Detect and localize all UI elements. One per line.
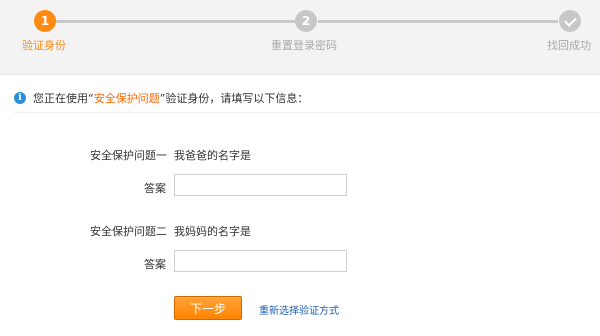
step-2-circle: 2 — [295, 10, 317, 32]
info-suffix: 验证身份，请填写以下信息： — [165, 92, 309, 105]
question-2-text: 我妈妈的名字是 — [174, 225, 251, 238]
step-connector-2 — [318, 20, 558, 23]
step-connector-1 — [46, 20, 296, 23]
answer-1-input[interactable] — [174, 174, 347, 196]
next-button[interactable]: 下一步 — [174, 296, 242, 320]
check-icon — [563, 13, 577, 27]
step-2-number: 2 — [301, 14, 311, 28]
step-1-label: 验证身份 — [22, 39, 66, 52]
reselect-verification-link[interactable]: 重新选择验证方式 — [259, 302, 339, 317]
step-3-circle — [559, 10, 581, 32]
info-icon: i — [14, 92, 26, 104]
info-message: i 您正在使用 “ 安全保护问题 ” 验证身份，请填写以下信息： — [14, 90, 308, 106]
answer-2-label: 答案 — [144, 258, 166, 271]
answer-1-label: 答案 — [144, 182, 166, 195]
divider — [14, 112, 600, 113]
question-1-label: 安全保护问题一 — [90, 149, 167, 162]
question-2-label: 安全保护问题二 — [90, 225, 167, 238]
step-1-number: 1 — [40, 14, 50, 28]
step-progress-bar: 1 2 验证身份 重置登录密码 找回成功 — [0, 0, 600, 75]
step-2-label: 重置登录密码 — [271, 39, 337, 52]
info-highlight: 安全保护问题 — [93, 92, 160, 105]
answer-2-input[interactable] — [174, 250, 347, 272]
step-1-circle: 1 — [34, 10, 56, 32]
info-prefix: 您正在使用 — [33, 92, 88, 105]
step-3-label: 找回成功 — [547, 39, 591, 52]
question-1-text: 我爸爸的名字是 — [174, 149, 251, 162]
